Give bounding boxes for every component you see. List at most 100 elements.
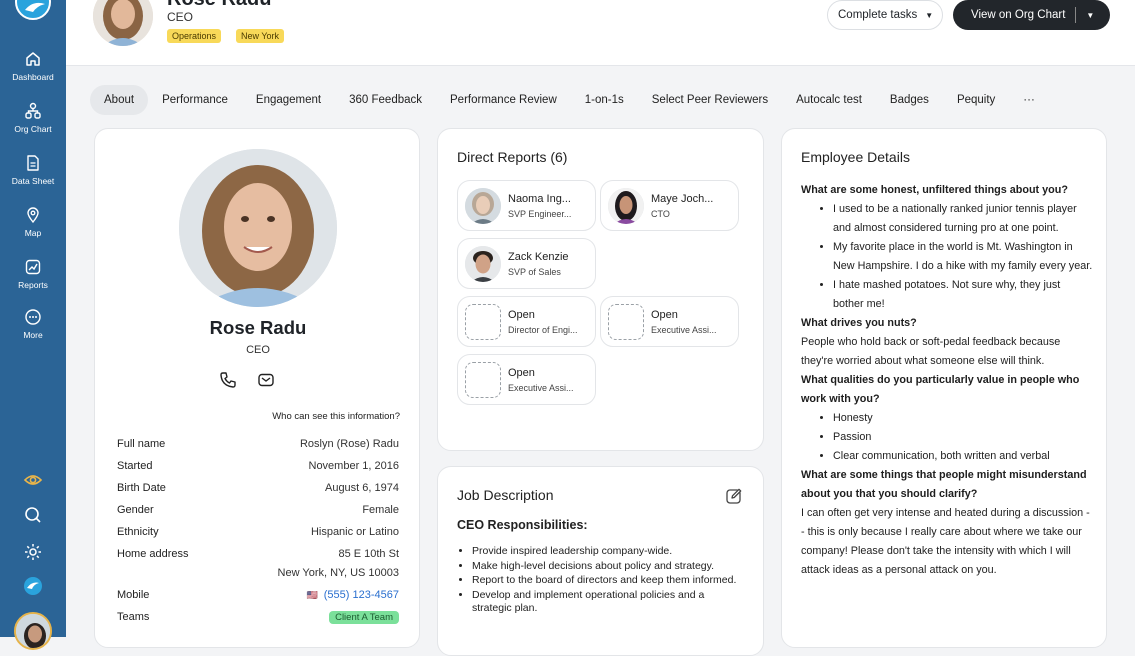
question: What qualities do you particularly value…	[801, 374, 1080, 405]
report-role: CTO	[651, 209, 670, 219]
answer-list: I used to be a nationally ranked junior …	[801, 200, 1093, 314]
detail-value: Female	[362, 504, 399, 516]
team-badge[interactable]: Client A Team	[329, 611, 399, 624]
report-name: Maye Joch...	[651, 193, 714, 205]
sidebar-item-map[interactable]: Map	[0, 206, 66, 238]
tag-location[interactable]: New York	[236, 29, 285, 43]
tab-performance-review[interactable]: Performance Review	[436, 85, 571, 115]
tab-performance[interactable]: Performance	[148, 85, 242, 115]
avatar	[465, 188, 501, 224]
job-description-subtitle: CEO Responsibilities:	[457, 518, 588, 532]
report-card[interactable]: Zack Kenzie SVP of Sales	[457, 238, 596, 289]
tab-360-feedback[interactable]: 360 Feedback	[335, 85, 436, 115]
list-item: Honesty	[833, 409, 1093, 428]
detail-label: Birth Date	[117, 482, 166, 494]
open-position-placeholder	[465, 304, 501, 340]
tab-1-on-1s[interactable]: 1-on-1s	[571, 85, 638, 115]
reports-icon	[25, 259, 41, 275]
sidebar-item-label: Map	[24, 228, 42, 238]
user-avatar[interactable]	[14, 612, 52, 650]
report-name: Zack Kenzie	[508, 251, 569, 263]
tab-pequity[interactable]: Pequity	[943, 85, 1009, 115]
edit-icon[interactable]	[725, 487, 743, 510]
report-role: Executive Assi...	[651, 325, 717, 335]
open-position-placeholder	[608, 304, 644, 340]
report-role: SVP of Sales	[508, 267, 561, 277]
list-item: I hate mashed potatoes. Not sure why, th…	[833, 276, 1093, 314]
tab-more-menu[interactable]: ···	[1009, 85, 1049, 115]
complete-tasks-button[interactable]: Complete tasks ▼	[827, 0, 943, 30]
list-item: My favorite place in the world is Mt. Wa…	[833, 238, 1093, 276]
list-item: Develop and implement operational polici…	[472, 589, 742, 616]
avatar	[93, 0, 153, 46]
list-item: Make high-level decisions about policy a…	[472, 560, 742, 574]
report-card[interactable]: Maye Joch... CTO	[600, 180, 739, 231]
open-position-placeholder	[465, 362, 501, 398]
sidebar-item-label: More	[23, 330, 43, 340]
tab-engagement[interactable]: Engagement	[242, 85, 335, 115]
avatar	[465, 246, 501, 282]
sidebar-item-more[interactable]: More	[0, 308, 66, 340]
question: What are some things that people might m…	[801, 469, 1087, 500]
report-role: Director of Engi...	[508, 325, 578, 335]
tab-about[interactable]: About	[90, 85, 149, 115]
sidebar-item-org-chart[interactable]: Org Chart	[0, 102, 66, 134]
open-position-card[interactable]: Open Executive Assi...	[600, 296, 739, 347]
phone-icon[interactable]	[219, 371, 237, 394]
tab-autocalc-test[interactable]: Autocalc test	[782, 85, 876, 115]
main-content: Rose Radu CEO Operations New York Comple…	[66, 0, 1135, 656]
detail-value: November 1, 2016	[308, 460, 400, 472]
mail-icon[interactable]	[257, 371, 275, 394]
sidebar-item-reports[interactable]: Reports	[0, 258, 66, 290]
app-logo-icon[interactable]	[15, 0, 51, 20]
list-item: Clear communication, both written and ve…	[833, 447, 1093, 466]
settings-icon[interactable]	[22, 541, 44, 563]
sidebar-item-dashboard[interactable]: Dashboard	[0, 50, 66, 82]
profile-photo	[179, 149, 337, 307]
org-chart-icon	[25, 102, 41, 119]
open-position-card[interactable]: Open Director of Engi...	[457, 296, 596, 347]
report-name: Naoma Ing...	[508, 193, 571, 205]
tag-department[interactable]: Operations	[167, 29, 222, 43]
caret-down-icon: ▼	[925, 10, 934, 20]
view-org-chart-button[interactable]: View on Org Chart ▼	[953, 0, 1110, 30]
sidebar-item-label: Dashboard	[12, 72, 54, 82]
detail-started: Started November 1, 2016	[117, 460, 399, 472]
direct-reports-title: Direct Reports (6)	[457, 149, 568, 165]
list-item: Provide inspired leadership company-wide…	[472, 545, 742, 559]
report-role: SVP Engineer...	[508, 209, 572, 219]
detail-label: Gender	[117, 504, 154, 516]
report-card[interactable]: Naoma Ing... SVP Engineer...	[457, 180, 596, 231]
sidebar: Dashboard Org Chart Data Sheet Map Repor…	[0, 0, 66, 650]
home-icon	[26, 52, 40, 66]
report-name: Open	[508, 309, 535, 321]
caret-down-icon[interactable]: ▼	[1086, 11, 1094, 20]
us-flag-icon: 🇺🇸	[306, 590, 318, 600]
job-description-title: Job Description	[457, 487, 554, 503]
list-item: I used to be a nationally ranked junior …	[833, 200, 1093, 238]
visibility-info-link[interactable]: Who can see this information?	[272, 411, 400, 422]
tab-badges[interactable]: Badges	[876, 85, 943, 115]
answer: People who hold back or soft-pedal feedb…	[801, 336, 1061, 367]
sidebar-item-data-sheet[interactable]: Data Sheet	[0, 154, 66, 186]
app-logo-icon[interactable]	[22, 575, 44, 597]
detail-value: August 6, 1974	[324, 482, 399, 494]
employee-details-title: Employee Details	[801, 149, 910, 165]
search-icon[interactable]	[22, 504, 44, 526]
tab-select-peer-reviewers[interactable]: Select Peer Reviewers	[638, 85, 782, 115]
detail-value: Roslyn (Rose) Radu	[299, 438, 399, 450]
job-description-card: Job Description CEO Responsibilities: Pr…	[437, 466, 764, 656]
eye-icon[interactable]	[22, 469, 44, 491]
detail-birth-date: Birth Date August 6, 1974	[117, 482, 399, 494]
report-name: Open	[651, 309, 678, 321]
open-position-card[interactable]: Open Executive Assi...	[457, 354, 596, 405]
profile-tabs: About Performance Engagement 360 Feedbac…	[90, 85, 1049, 115]
header-title: CEO	[167, 10, 194, 24]
detail-value: Hispanic or Latino	[310, 526, 399, 538]
mobile-phone-link[interactable]: (555) 123-4567	[324, 589, 399, 601]
detail-mobile: Mobile 🇺🇸 (555) 123-4567	[117, 589, 399, 601]
sidebar-item-label: Org Chart	[14, 124, 52, 134]
data-sheet-icon	[27, 155, 39, 171]
profile-title: CEO	[246, 344, 270, 356]
answer: I can often get very intense and heated …	[801, 507, 1090, 576]
